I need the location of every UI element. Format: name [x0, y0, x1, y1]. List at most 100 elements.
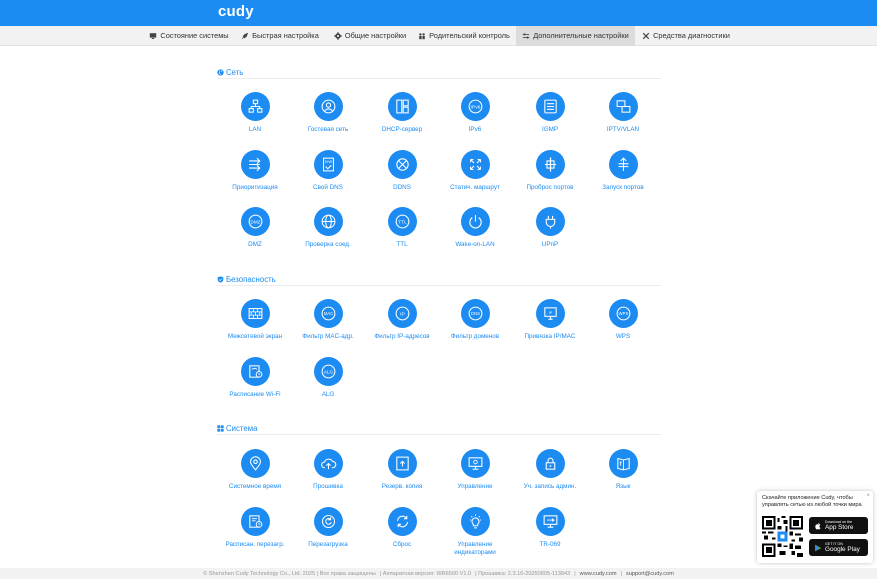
support-email-link[interactable]: support@cudy.com	[626, 571, 674, 577]
tile-ddns[interactable]: DDNS	[363, 150, 441, 210]
tile-label: Системное время	[228, 483, 282, 490]
tile-circle: DNS	[313, 150, 343, 179]
tile-admin-account[interactable]: Уч. запись админ.	[511, 449, 589, 509]
firewall-icon	[248, 308, 262, 319]
tab-label: Состояние системы	[160, 31, 229, 40]
tile-circle	[387, 92, 417, 121]
app-store-button[interactable]: Download on the App Store	[809, 517, 868, 534]
tile-port-triggering[interactable]: Запуск портов	[584, 150, 662, 210]
tab-system-status[interactable]: Состояние системы	[145, 26, 233, 46]
tile-wifi-schedule[interactable]: Расписание Wi-Fi	[216, 357, 294, 417]
tile-label: Статич. маршрут	[450, 184, 500, 191]
svg-text:DNS: DNS	[324, 160, 332, 164]
tile-label: Расписан. перезагр.	[225, 541, 285, 548]
tile-label: Гостевая сеть	[307, 126, 349, 133]
ddns-icon	[395, 158, 409, 171]
tile-label: DHCP-сервер	[381, 126, 423, 133]
tile-label: ALG	[321, 391, 335, 398]
tile-system-time[interactable]: Системное время	[216, 449, 294, 509]
tile-ttl[interactable]: TTL TTL	[363, 207, 441, 267]
tile-mac-filter[interactable]: MAC Фильтр MAC-адр.	[289, 299, 367, 359]
tile-firmware[interactable]: Прошивка	[289, 449, 367, 509]
tile-lan[interactable]: LAN	[216, 92, 294, 152]
lan-icon	[248, 99, 262, 113]
tile-upnp[interactable]: UPnP	[511, 207, 589, 267]
qr-code	[762, 516, 803, 557]
tile-reset[interactable]: Сброс	[363, 507, 441, 567]
tile-label: Фильтр доменов	[450, 333, 500, 340]
tile-led-control[interactable]: Управление индикаторами	[436, 507, 514, 567]
reboot-icon	[321, 514, 335, 529]
tile-circle: MAC	[313, 299, 343, 328]
tile-dhcp-server[interactable]: DHCP-сервер	[363, 92, 441, 152]
tab-quick-setup[interactable]: Быстрая настройка	[237, 26, 323, 46]
tile-domain-filter[interactable]: DNS Фильтр доменов	[436, 299, 514, 359]
tile-wake-on-lan[interactable]: Wake-on-LAN	[436, 207, 514, 267]
reset-icon	[396, 515, 408, 528]
tile-port-forwarding[interactable]: Проброс портов	[511, 150, 589, 210]
apple-icon	[815, 522, 821, 529]
tile-label: DMZ	[248, 241, 262, 248]
tile-iptv-vlan[interactable]: IPTV/VLAN	[584, 92, 662, 152]
guest-icon	[321, 99, 335, 114]
firmware-version: | Прошивка: 2.3.10-20250805-113843	[475, 570, 571, 577]
footer: © Shenzhen Cudy Technology Co., Ltd. 202…	[0, 568, 877, 579]
tab-general-settings[interactable]: Общие настройки	[330, 26, 410, 46]
close-icon[interactable]: ×	[866, 493, 870, 499]
tile-custom-dns[interactable]: DNS Свой DNS	[289, 150, 367, 210]
tile-management[interactable]: Управление	[436, 449, 514, 509]
tile-igmp[interactable]: IGMP	[511, 92, 589, 152]
tile-prioritization[interactable]: Приоритизация	[216, 150, 294, 210]
tile-label: Фильтр MAC-адр.	[302, 333, 354, 340]
tile-label: Резерв. копия	[381, 483, 423, 490]
section-security-header: Безопасность	[217, 274, 661, 286]
tile-dmz[interactable]: DMZ DMZ	[216, 207, 294, 267]
tile-connection-check[interactable]: Проверка соед.	[289, 207, 367, 267]
tile-circle	[608, 150, 638, 179]
tab-parental-control[interactable]: Родительский контроль	[416, 26, 512, 46]
website-link[interactable]: www.cudy.com	[580, 571, 617, 577]
tab-label: Быстрая настройка	[252, 31, 319, 40]
port-forward-icon	[544, 157, 556, 172]
tile-firewall[interactable]: Межсетевой экран	[216, 299, 294, 359]
binding-icon: IP	[543, 307, 557, 320]
tile-reboot-schedule[interactable]: Расписан. перезагр.	[216, 507, 294, 567]
tile-ip-mac-binding[interactable]: IP Привязка IP/MAC	[511, 299, 589, 359]
tile-language[interactable]: Язык	[584, 449, 662, 509]
tile-ip-filter[interactable]: IP Фильтр IP-адресов	[363, 299, 441, 359]
svg-text:MAC: MAC	[323, 311, 332, 316]
cudy-logo[interactable]: cudy	[218, 3, 254, 20]
tile-circle: IPv6	[460, 92, 490, 121]
separator: |	[574, 570, 576, 577]
tile-guest-network[interactable]: Гостевая сеть	[289, 92, 367, 152]
tile-tr069[interactable]: TR-069	[511, 507, 589, 567]
section-title: Сеть	[226, 68, 244, 77]
tile-label: IGMP	[541, 126, 559, 133]
tile-label: Проброс портов	[526, 184, 574, 191]
tile-circle: ALG	[313, 357, 343, 386]
tile-alg[interactable]: ALG ALG	[289, 357, 367, 417]
lock-icon	[545, 457, 555, 470]
reboot-schedule-icon	[248, 515, 262, 528]
top-bar: cudy	[0, 0, 877, 26]
tile-backup[interactable]: Резерв. копия	[363, 449, 441, 509]
tile-static-route[interactable]: Статич. маршрут	[436, 150, 514, 210]
tile-circle	[387, 150, 417, 179]
tile-wps[interactable]: WPS WPS	[584, 299, 662, 359]
tile-ipv6[interactable]: IPv6 IPv6	[436, 92, 514, 152]
google-play-button[interactable]: GET IT ON Google Play	[809, 539, 868, 556]
tile-label: Привязка IP/MAC	[524, 333, 576, 340]
tile-label: Сброс	[392, 541, 412, 548]
tile-label: LAN	[248, 126, 262, 133]
tile-circle: WPS	[608, 299, 638, 328]
tile-reboot[interactable]: Перезагрузка	[289, 507, 367, 567]
connectivity-icon	[321, 214, 335, 229]
language-icon	[616, 457, 630, 471]
tile-label: Межсетевой экран	[227, 333, 283, 340]
tile-circle: DNS	[460, 299, 490, 328]
separator: |	[620, 570, 623, 577]
tools-icon	[642, 32, 650, 40]
tile-circle	[387, 507, 417, 536]
tab-diagnostics[interactable]: Средства диагностики	[640, 26, 732, 46]
tab-advanced-settings[interactable]: Дополнительные настройки	[516, 26, 635, 46]
